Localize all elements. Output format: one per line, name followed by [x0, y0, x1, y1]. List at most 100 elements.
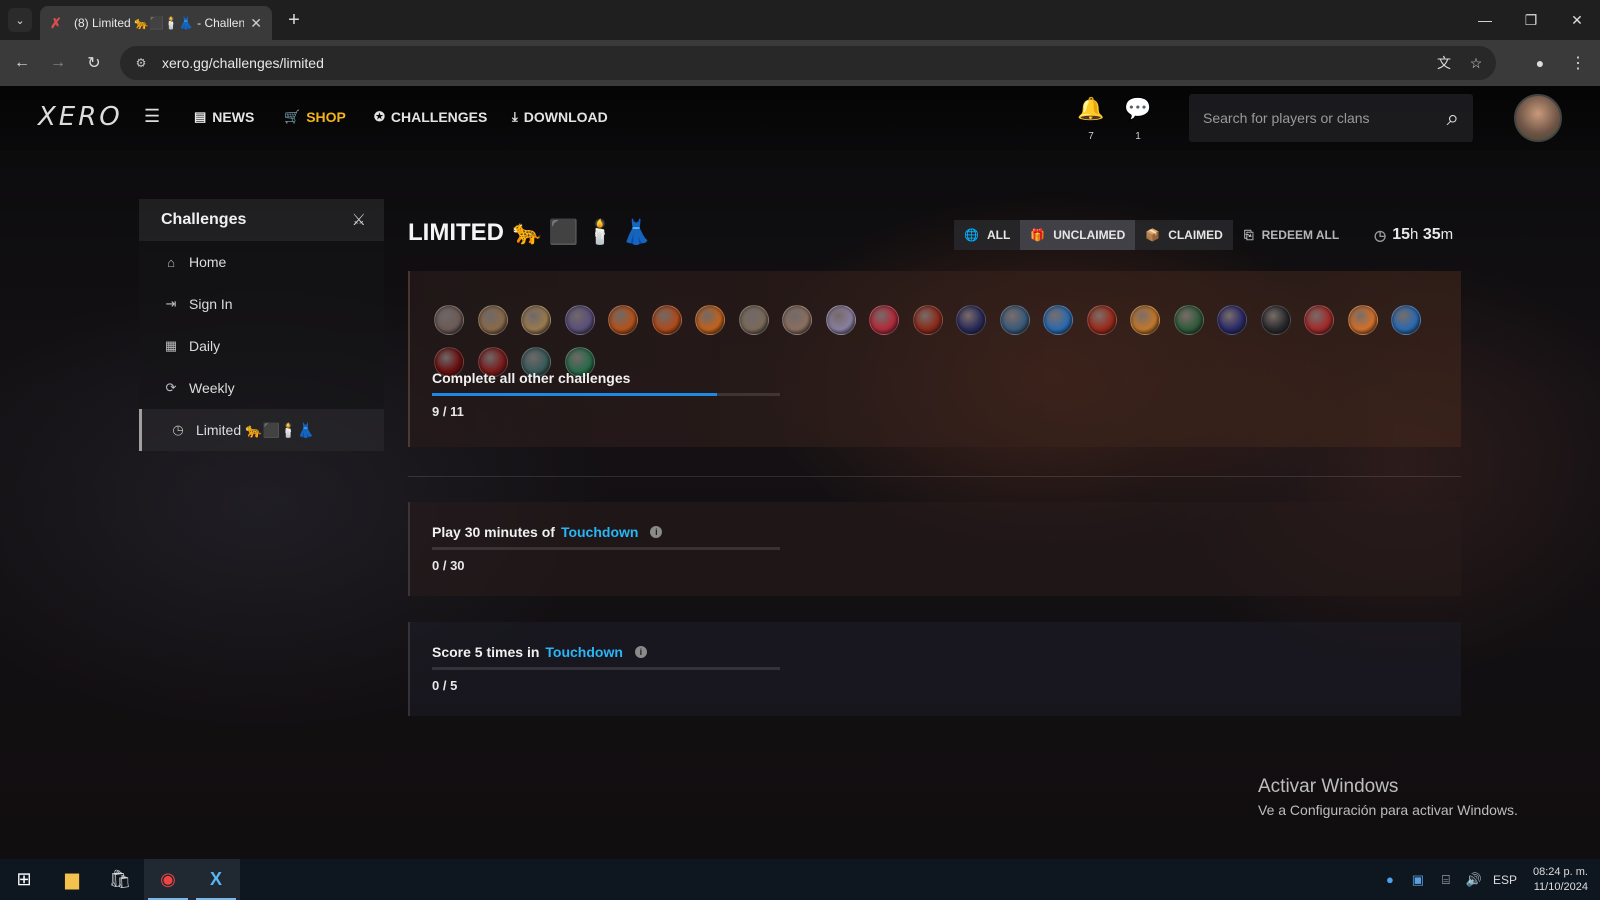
- search-input[interactable]: [1203, 110, 1447, 126]
- nav-shop[interactable]: 🛒 SHOP: [284, 109, 346, 125]
- challenge-title: Complete all other challenges: [432, 370, 630, 386]
- reward-badge-icon[interactable]: [956, 305, 986, 335]
- chrome-icon: ◉: [160, 869, 176, 889]
- new-tab-button[interactable]: +: [282, 8, 306, 32]
- reward-badge-icon[interactable]: [912, 305, 943, 335]
- tab-title: (8) Limited 🐆⬛🕯️👗 - Challenge: [74, 16, 245, 30]
- clock[interactable]: 08:24 p. m. 11/10/2024: [1533, 865, 1588, 895]
- reward-badge-icon[interactable]: [825, 305, 856, 335]
- sidebar-item-label: Home: [189, 254, 227, 270]
- reward-badge-icon[interactable]: [434, 305, 464, 335]
- reward-badge-icon[interactable]: [564, 305, 595, 335]
- reward-badge-icon[interactable]: [1173, 305, 1204, 335]
- folder-icon: ▆: [65, 869, 79, 889]
- reward-badge-icon[interactable]: [1304, 305, 1334, 335]
- avatar[interactable]: [1514, 94, 1562, 142]
- minimize-button[interactable]: —: [1462, 0, 1508, 40]
- open-box-icon: 📦: [1145, 228, 1161, 242]
- challenge-card-score-touchdown: Score 5 times in Touchdown i 0 / 5: [408, 622, 1461, 716]
- back-button[interactable]: ←: [10, 51, 34, 75]
- app-tray-icon[interactable]: ●: [1381, 872, 1399, 887]
- reward-badge-icon[interactable]: [608, 305, 638, 335]
- reward-badge-icon[interactable]: [738, 305, 769, 335]
- reward-badge-icon[interactable]: [477, 305, 508, 335]
- reward-badge-icon[interactable]: [1043, 305, 1073, 335]
- tab-search-button[interactable]: ⌄: [8, 8, 32, 32]
- defender-icon[interactable]: ▣: [1409, 872, 1427, 888]
- reward-badge-icon[interactable]: [1260, 305, 1291, 335]
- sidebar-item-sign-in[interactable]: ⇥ Sign In: [139, 283, 384, 325]
- translate-icon[interactable]: 文: [1432, 51, 1456, 75]
- reward-badge-icon[interactable]: [1347, 305, 1378, 335]
- reward-badges: [434, 305, 1434, 377]
- challenges-sidebar: Challenges ⚔ ⌂ Home ⇥ Sign In ▦ Daily ⟳ …: [139, 199, 384, 451]
- filter-all-button[interactable]: 🌐 ALL: [954, 220, 1021, 250]
- store-icon: 🛍: [108, 869, 132, 889]
- crossed-swords-icon[interactable]: ⚔: [352, 210, 366, 230]
- taskbar-chrome[interactable]: ◉: [144, 859, 192, 900]
- forward-button[interactable]: →: [46, 51, 70, 75]
- url-text[interactable]: xero.gg/challenges/limited: [162, 55, 1432, 71]
- filter-claimed-button[interactable]: 📦 CLAIMED: [1135, 220, 1233, 250]
- filter-unclaimed-button[interactable]: 🎁 UNCLAIMED: [1020, 220, 1136, 250]
- reload-button[interactable]: ↻: [82, 51, 106, 75]
- taskbar-store[interactable]: 🛍: [96, 859, 144, 900]
- sidebar-item-home[interactable]: ⌂ Home: [139, 241, 384, 283]
- progress-bar: [432, 393, 780, 396]
- challenge-filters: 🌐 ALL 🎁 UNCLAIMED 📦 CLAIMED: [954, 220, 1233, 250]
- notifications-count: 7: [1088, 131, 1094, 142]
- profile-icon[interactable]: ●: [1528, 51, 1552, 75]
- address-bar[interactable]: ⚙ xero.gg/challenges/limited 文 ☆: [120, 46, 1496, 80]
- sidebar-item-weekly[interactable]: ⟳ Weekly: [139, 367, 384, 409]
- messages-button[interactable]: 💬 1: [1122, 96, 1154, 144]
- site-info-icon[interactable]: ⚙: [132, 54, 150, 72]
- challenge-mode-link[interactable]: Touchdown: [561, 524, 639, 540]
- reward-badge-icon[interactable]: [782, 305, 812, 335]
- chat-icon: 💬: [1124, 96, 1152, 121]
- network-icon[interactable]: ⌸: [1437, 872, 1455, 888]
- clock-date: 11/10/2024: [1533, 880, 1588, 893]
- reward-badge-icon[interactable]: [695, 305, 725, 335]
- sidebar-item-daily[interactable]: ▦ Daily: [139, 325, 384, 367]
- close-window-button[interactable]: ✕: [1554, 0, 1600, 40]
- start-button[interactable]: ⊞: [0, 859, 48, 900]
- browser-tab[interactable]: ✗ (8) Limited 🐆⬛🕯️👗 - Challenge ✕: [40, 6, 272, 40]
- sidebar-item-limited[interactable]: ◷ Limited 🐆⬛🕯️👗: [139, 409, 384, 451]
- reward-badge-icon[interactable]: [999, 305, 1030, 335]
- search-icon[interactable]: ⌕: [1447, 105, 1459, 131]
- info-icon[interactable]: i: [650, 526, 663, 538]
- page-title-emojis: 🐆 ⬛ 🕯️ 👗: [512, 219, 652, 246]
- redeem-all-button[interactable]: ⎘ REDEEM ALL: [1244, 220, 1339, 250]
- reward-badge-icon[interactable]: [1086, 305, 1117, 335]
- reward-badge-icon[interactable]: [651, 305, 682, 335]
- progress-text: 0 / 30: [432, 558, 465, 573]
- bookmark-star-icon[interactable]: ☆: [1464, 51, 1488, 75]
- calendar-icon: ▦: [164, 338, 178, 353]
- windows-taskbar: ⊞ ▆ 🛍 ◉ X ● ▣ ⌸ 🔊 ESP 08:24 p. m. 11/10/…: [0, 859, 1600, 900]
- browser-menu-icon[interactable]: ⋮: [1566, 51, 1590, 75]
- challenge-card-complete-all: Complete all other challenges 9 / 11: [408, 271, 1461, 447]
- volume-icon[interactable]: 🔊: [1465, 872, 1483, 888]
- close-tab-icon[interactable]: ✕: [250, 15, 262, 32]
- nav-news[interactable]: ▤ NEWS: [194, 109, 254, 125]
- notifications-button[interactable]: 🔔 7: [1075, 96, 1107, 144]
- challenge-mode-link[interactable]: Touchdown: [545, 644, 623, 660]
- taskbar-file-explorer[interactable]: ▆: [48, 859, 96, 900]
- cart-icon: 🛒: [284, 109, 301, 124]
- restore-button[interactable]: ❐: [1508, 0, 1554, 40]
- taskbar-xero[interactable]: X: [192, 859, 240, 900]
- xero-logo[interactable]: XERO: [38, 102, 123, 132]
- info-icon[interactable]: i: [634, 646, 647, 658]
- reward-badge-icon[interactable]: [1391, 305, 1421, 335]
- nav-download[interactable]: ⤓ DOWNLOAD: [512, 109, 608, 125]
- reward-badge-icon[interactable]: [869, 305, 899, 335]
- sidebar-title: Challenges: [161, 211, 247, 228]
- filter-claimed-label: CLAIMED: [1168, 228, 1223, 242]
- language-indicator[interactable]: ESP: [1493, 873, 1517, 887]
- page-title: LIMITED 🐆 ⬛ 🕯️ 👗: [408, 218, 652, 247]
- hamburger-menu-icon[interactable]: ☰: [144, 106, 160, 127]
- reward-badge-icon[interactable]: [1217, 305, 1247, 335]
- nav-challenges[interactable]: ✪ CHALLENGES: [374, 109, 487, 125]
- reward-badge-icon[interactable]: [521, 305, 551, 335]
- reward-badge-icon[interactable]: [1130, 305, 1160, 335]
